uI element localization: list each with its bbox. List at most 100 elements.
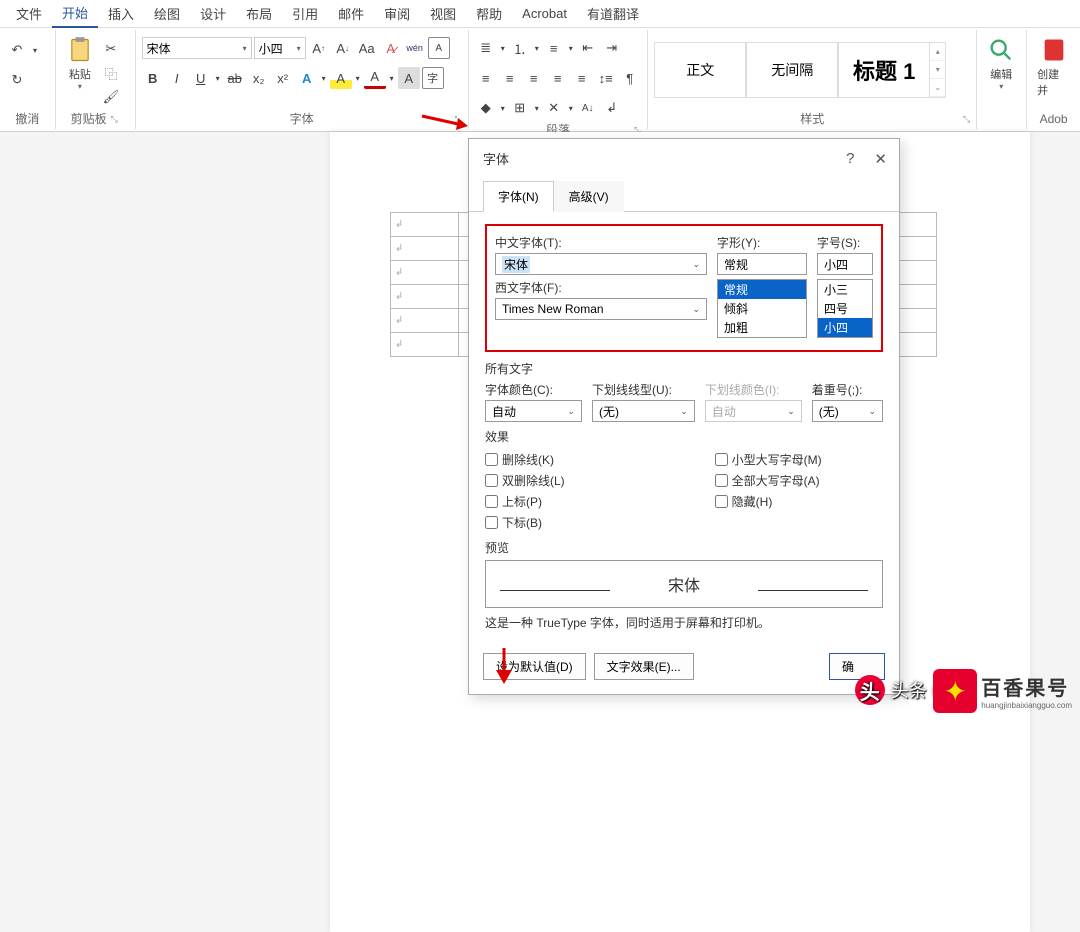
- align-right-button[interactable]: ≡: [523, 67, 545, 89]
- align-left-button[interactable]: ≡: [475, 67, 497, 89]
- styles-scroll-down[interactable]: ▾: [930, 61, 945, 79]
- clipboard-launcher[interactable]: ⤡: [109, 109, 120, 129]
- chn-para-button[interactable]: ✕: [543, 97, 565, 119]
- shading-dd[interactable]: ▾: [499, 97, 507, 119]
- chk-hidden[interactable]: [715, 495, 728, 508]
- menu-help[interactable]: 帮助: [466, 0, 512, 27]
- font-size-combo[interactable]: 小四▾: [254, 37, 306, 59]
- chk-allcaps[interactable]: [715, 474, 728, 487]
- text-effects-button[interactable]: A: [296, 67, 318, 89]
- text-effects-button[interactable]: 文字效果(E)...: [594, 653, 694, 680]
- tab-advanced[interactable]: 高级(V): [554, 181, 624, 212]
- font-style-input[interactable]: 常规: [717, 253, 807, 275]
- italic-button[interactable]: I: [166, 67, 188, 89]
- shading-button[interactable]: ◆: [475, 97, 497, 119]
- underline-style-combo[interactable]: (无)⌄: [592, 400, 695, 422]
- chk-dstrike[interactable]: [485, 474, 498, 487]
- paste-button[interactable]: 粘贴 ▾: [62, 32, 98, 95]
- shrink-font-button[interactable]: A↓: [332, 37, 354, 59]
- menu-view[interactable]: 视图: [420, 0, 466, 27]
- highlight-button[interactable]: A: [330, 67, 352, 89]
- font-size-list[interactable]: 小三 四号 小四: [817, 279, 873, 338]
- chk-sup[interactable]: [485, 495, 498, 508]
- distribute-button[interactable]: ≡: [571, 67, 593, 89]
- underline-button[interactable]: U: [190, 67, 212, 89]
- bold-button[interactable]: B: [142, 67, 164, 89]
- tab-font[interactable]: 字体(N): [483, 181, 554, 212]
- subscript-button[interactable]: x₂: [248, 67, 270, 89]
- dialog-help-button[interactable]: ?: [846, 150, 854, 168]
- create-pdf-button[interactable]: 创建并: [1033, 32, 1074, 102]
- styles-scroll-up[interactable]: ▴: [930, 43, 945, 61]
- size-opt-1[interactable]: 小三: [818, 280, 872, 299]
- strike-button[interactable]: ab: [224, 67, 246, 89]
- numbering-button[interactable]: ⒈: [509, 37, 531, 59]
- change-case-button[interactable]: Aa: [356, 37, 378, 59]
- en-font-combo[interactable]: Times New Roman⌄: [495, 298, 707, 320]
- sort-button[interactable]: A↓: [577, 97, 599, 119]
- chk-sub[interactable]: [485, 516, 498, 529]
- menu-references[interactable]: 引用: [282, 0, 328, 27]
- size-opt-2[interactable]: 四号: [818, 299, 872, 318]
- asian-button[interactable]: ↲: [601, 97, 623, 119]
- indent-right-button[interactable]: ⇥: [601, 37, 623, 59]
- multilevel-button[interactable]: ≡: [543, 37, 565, 59]
- chk-strike[interactable]: [485, 453, 498, 466]
- menu-acrobat[interactable]: Acrobat: [512, 2, 577, 25]
- format-painter-button[interactable]: 🖌: [100, 86, 122, 108]
- align-center-button[interactable]: ≡: [499, 67, 521, 89]
- enclose-button[interactable]: A: [428, 37, 450, 59]
- numbering-dd[interactable]: ▾: [533, 37, 541, 59]
- menu-file[interactable]: 文件: [6, 0, 52, 27]
- bullets-button[interactable]: ≣: [475, 37, 497, 59]
- font-name-combo[interactable]: 宋体▾: [142, 37, 252, 59]
- size-opt-3[interactable]: 小四: [818, 318, 872, 337]
- font-color-dropdown[interactable]: ▾: [388, 67, 396, 89]
- menu-mail[interactable]: 邮件: [328, 0, 374, 27]
- font-style-list[interactable]: 常规 倾斜 加粗: [717, 279, 807, 338]
- cut-button[interactable]: ✂: [100, 38, 122, 60]
- menu-insert[interactable]: 插入: [98, 0, 144, 27]
- undo-button[interactable]: ↶: [6, 39, 28, 61]
- cn-font-combo[interactable]: 宋体⌄: [495, 253, 707, 275]
- grow-font-button[interactable]: A↑: [308, 37, 330, 59]
- show-marks-button[interactable]: ¶: [619, 67, 641, 89]
- highlight-dropdown[interactable]: ▾: [354, 67, 362, 89]
- char-shading-button[interactable]: A: [398, 67, 420, 89]
- emphasis-combo[interactable]: (无)⌄: [812, 400, 883, 422]
- chn-para-dd[interactable]: ▾: [567, 97, 575, 119]
- menu-home[interactable]: 开始: [52, 0, 98, 28]
- edit-button[interactable]: 编辑 ▾: [983, 32, 1019, 95]
- line-spacing-button[interactable]: ↕≡: [595, 67, 617, 89]
- borders-dd[interactable]: ▾: [533, 97, 541, 119]
- menu-draw[interactable]: 绘图: [144, 0, 190, 27]
- menu-youdao[interactable]: 有道翻译: [577, 0, 649, 27]
- menu-layout[interactable]: 布局: [236, 0, 282, 27]
- char-border-button[interactable]: 字: [422, 67, 444, 89]
- undo-dropdown[interactable]: ▾: [30, 39, 40, 61]
- dialog-close-button[interactable]: ✕: [874, 150, 887, 168]
- chk-smallcaps[interactable]: [715, 453, 728, 466]
- style-nospace[interactable]: 无间隔: [746, 42, 838, 98]
- font-size-input[interactable]: 小四: [817, 253, 873, 275]
- styles-expand[interactable]: ⌄: [930, 79, 945, 97]
- style-normal[interactable]: 正文: [654, 42, 746, 98]
- underline-dropdown[interactable]: ▾: [214, 67, 222, 89]
- phonetic-button[interactable]: wén: [404, 37, 426, 59]
- clear-format-button[interactable]: A̷: [380, 37, 402, 59]
- redo-button[interactable]: ↻: [6, 69, 28, 91]
- font-color-combo[interactable]: 自动⌄: [485, 400, 582, 422]
- style-opt-regular[interactable]: 常规: [718, 280, 806, 299]
- text-effects-dropdown[interactable]: ▾: [320, 67, 328, 89]
- justify-button[interactable]: ≡: [547, 67, 569, 89]
- menu-review[interactable]: 审阅: [374, 0, 420, 27]
- menu-design[interactable]: 设计: [190, 0, 236, 27]
- font-color-button[interactable]: A: [364, 67, 386, 89]
- borders-button[interactable]: ⊞: [509, 97, 531, 119]
- style-opt-italic[interactable]: 倾斜: [718, 299, 806, 318]
- copy-button[interactable]: ⿻: [100, 62, 122, 84]
- style-heading1[interactable]: 标题 1: [838, 42, 930, 98]
- indent-left-button[interactable]: ⇤: [577, 37, 599, 59]
- styles-launcher[interactable]: ⤡: [961, 109, 972, 129]
- superscript-button[interactable]: x²: [272, 67, 294, 89]
